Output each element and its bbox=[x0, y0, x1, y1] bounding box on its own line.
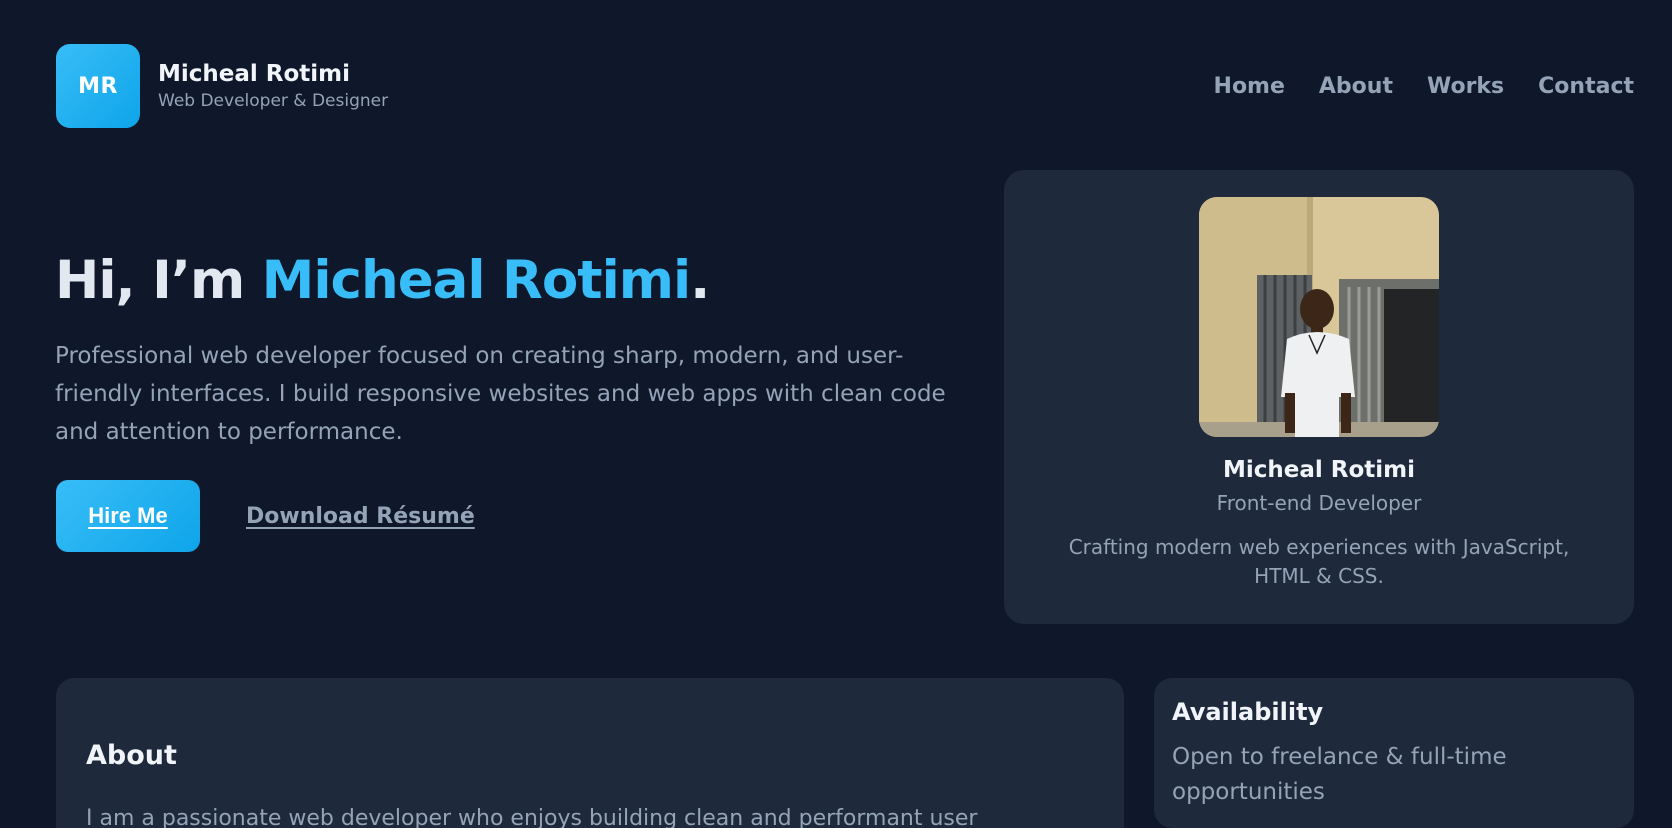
about-card: About I am a passionate web developer wh… bbox=[56, 678, 1124, 828]
profile-name: Micheal Rotimi bbox=[1222, 457, 1416, 483]
logo-badge[interactable]: MR bbox=[56, 44, 140, 128]
about-title: About bbox=[86, 740, 177, 771]
hero-title-prefix: Hi, I’m bbox=[55, 250, 262, 311]
hero-title-suffix: . bbox=[690, 250, 710, 311]
availability-card: Availability Open to freelance & full-ti… bbox=[1154, 678, 1634, 828]
brand[interactable]: MR Micheal Rotimi Web Developer & Design… bbox=[56, 44, 388, 128]
profile-card: Micheal Rotimi Front-end Developer Craft… bbox=[1004, 170, 1634, 624]
download-resume-link[interactable]: Download Résumé bbox=[246, 504, 475, 529]
site-header: MR Micheal Rotimi Web Developer & Design… bbox=[56, 44, 1634, 128]
nav-link-about[interactable]: About bbox=[1319, 74, 1393, 99]
profile-description: Crafting modern web experiences with Jav… bbox=[1068, 535, 1570, 588]
nav-link-contact[interactable]: Contact bbox=[1538, 74, 1634, 99]
hero-title-name: Micheal Rotimi bbox=[261, 250, 692, 311]
about-text: I am a passionate web developer who enjo… bbox=[86, 806, 978, 828]
availability-title: Availability bbox=[1172, 698, 1324, 726]
hero-description: Professional web developer focused on cr… bbox=[55, 343, 946, 445]
hero-title: Hi, I’m Micheal Rotimi. bbox=[55, 250, 710, 311]
nav-link-works[interactable]: Works bbox=[1427, 74, 1504, 99]
hire-me-button[interactable]: Hire Me bbox=[56, 480, 200, 552]
hero-actions: Hire Me Download Résumé bbox=[56, 480, 475, 552]
profile-role: Front-end Developer bbox=[1216, 491, 1422, 515]
nav-link-home[interactable]: Home bbox=[1214, 74, 1285, 99]
brand-name: Micheal Rotimi bbox=[158, 61, 351, 87]
main-nav: Home About Works Contact bbox=[1214, 74, 1634, 99]
profile-photo bbox=[1199, 197, 1439, 437]
profile-photo-illustration bbox=[1199, 197, 1439, 437]
brand-tagline: Web Developer & Designer bbox=[158, 91, 389, 111]
availability-text: Open to freelance & full-time opportunit… bbox=[1172, 744, 1507, 805]
brand-text: Micheal Rotimi Web Developer & Designer bbox=[158, 61, 388, 111]
page: MR Micheal Rotimi Web Developer & Design… bbox=[0, 0, 1672, 828]
